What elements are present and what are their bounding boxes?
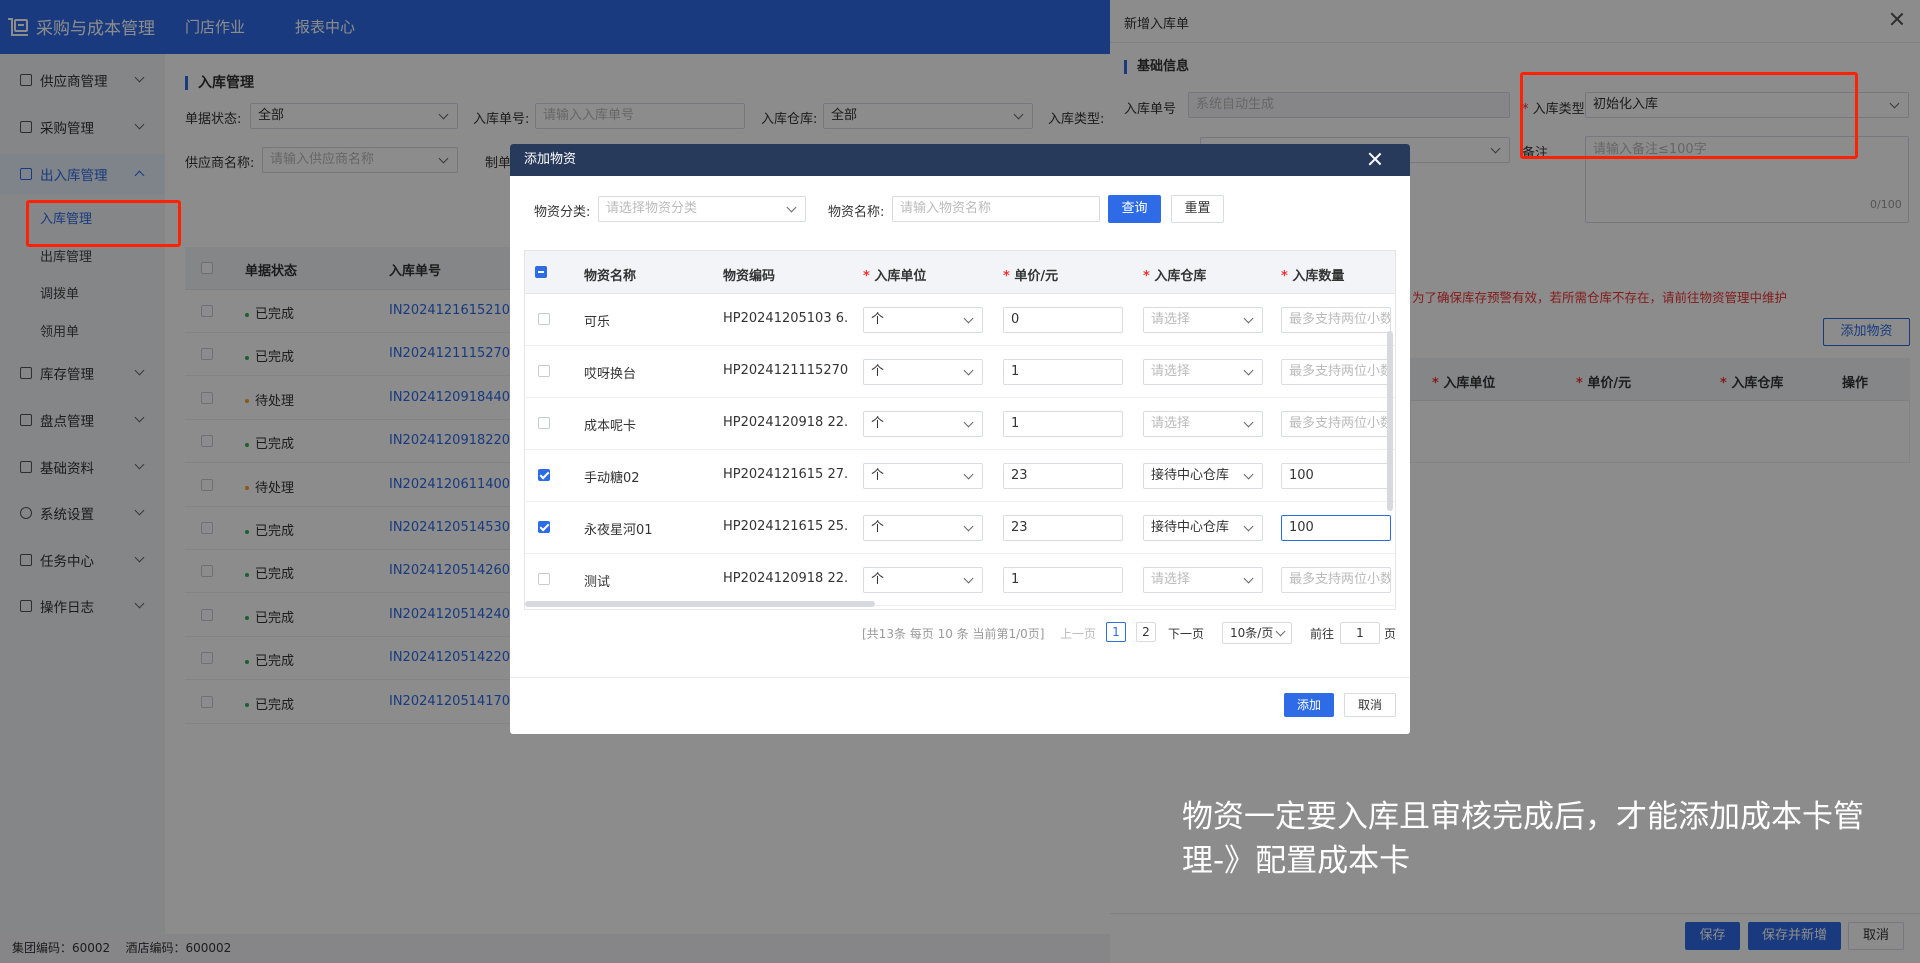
modal-title: 添加物资 [524, 152, 577, 167]
query-button[interactable]: 查询 [1108, 195, 1161, 223]
material-name: 可乐 [584, 315, 611, 330]
annotation-text: 物资一定要入库且审核完成后，才能添加成本卡管理-》配置成本卡 [1182, 799, 1864, 879]
chevron-down-icon [1243, 573, 1254, 584]
price-input[interactable]: 23 [1003, 515, 1123, 541]
modal-th-price: * 单价/元 [1003, 269, 1059, 284]
pager-goto-label: 前往 [1310, 627, 1335, 641]
pager-next[interactable]: 下一页 [1168, 625, 1204, 642]
modal-row-checkbox[interactable] [538, 417, 550, 429]
price-input[interactable]: 1 [1003, 359, 1123, 385]
modal-name-input[interactable]: 请输入物资名称 [892, 196, 1100, 222]
price-input[interactable]: 0 [1003, 307, 1123, 333]
add-material-modal: 添加物资 物资分类: 请选择物资分类 物资名称: 请输入物资名称 查询 重置 物… [510, 144, 1410, 734]
modal-th-name: 物资名称 [584, 269, 637, 284]
qty-input[interactable]: 最多支持两位小数 [1281, 307, 1391, 333]
warehouse-select[interactable]: 请选择 [1143, 307, 1263, 333]
chevron-down-icon [963, 365, 974, 376]
chevron-down-icon [1275, 626, 1286, 637]
warehouse-select[interactable]: 请选择 [1143, 359, 1263, 385]
modal-table-header: 物资名称 物资编码 * 入库单位 * 单价/元 * 入库仓库 * 入库数量 [525, 251, 1395, 294]
modal-footer-divider [510, 677, 1410, 678]
modal-header: 添加物资 [510, 144, 1410, 176]
modal-th-code: 物资编码 [723, 269, 776, 284]
modal-th-qty: * 入库数量 [1281, 269, 1345, 284]
price-input[interactable]: 23 [1003, 463, 1123, 489]
material-name: 手动糖02 [584, 471, 640, 486]
modal-table-row[interactable]: 可乐 HP20241205103 6... 个 0 请选择 最多支持两位小数 [525, 294, 1395, 346]
warehouse-select[interactable]: 请选择 [1143, 567, 1263, 593]
modal-table: 物资名称 物资编码 * 入库单位 * 单价/元 * 入库仓库 * 入库数量 可乐… [524, 250, 1396, 610]
modal-add-button[interactable]: 添加 [1284, 693, 1334, 717]
modal-table-row[interactable]: 测试 HP2024120918 22... 个 1 请选择 最多支持两位小数 [525, 554, 1395, 606]
warehouse-select[interactable]: 接待中心仓库 [1143, 463, 1263, 489]
chevron-down-icon [963, 313, 974, 324]
chevron-down-icon [963, 417, 974, 428]
modal-th-warehouse: * 入库仓库 [1143, 269, 1207, 284]
modal-category-select[interactable]: 请选择物资分类 [598, 196, 806, 222]
warehouse-select[interactable]: 接待中心仓库 [1143, 515, 1263, 541]
unit-select[interactable]: 个 [863, 463, 983, 489]
material-code: HP2024121615 27... [723, 467, 848, 482]
highlight-box-type [1520, 72, 1858, 159]
pager-size-select[interactable]: 10条/页 [1222, 622, 1292, 644]
qty-input[interactable]: 100 [1281, 463, 1391, 489]
material-name: 哎呀换台 [584, 367, 637, 382]
modal-cancel-button[interactable]: 取消 [1344, 693, 1396, 717]
pager-goto-input[interactable]: 1 [1340, 622, 1380, 644]
highlight-box-sidebar [26, 200, 181, 247]
material-code: HP2024120918 22... [723, 571, 848, 586]
material-code: HP2024120918 22... [723, 415, 848, 430]
unit-select[interactable]: 个 [863, 307, 983, 333]
unit-select[interactable]: 个 [863, 515, 983, 541]
chevron-down-icon [1243, 469, 1254, 480]
pager-summary: [共13条 每页 10 条 当前第1/0页] [862, 627, 1045, 641]
chevron-down-icon [1243, 417, 1254, 428]
unit-select[interactable]: 个 [863, 567, 983, 593]
pager-page-2[interactable]: 2 [1136, 622, 1156, 642]
warehouse-select[interactable]: 请选择 [1143, 411, 1263, 437]
chevron-down-icon [1243, 313, 1254, 324]
modal-row-checkbox[interactable] [538, 521, 550, 533]
chevron-down-icon [963, 521, 974, 532]
material-code: HP2024121615 25... [723, 519, 848, 534]
chevron-down-icon [1243, 521, 1254, 532]
modal-table-row[interactable]: 永夜星河01 HP2024121615 25... 个 23 接待中心仓库 100 [525, 502, 1395, 554]
modal-table-row[interactable]: 哎呀换台 HP2024121115270... 个 1 请选择 最多支持两位小数 [525, 346, 1395, 398]
qty-input[interactable]: 100 [1281, 515, 1391, 541]
material-name: 永夜星河01 [584, 523, 653, 538]
material-name: 成本呢卡 [584, 419, 637, 434]
modal-select-all-checkbox[interactable] [535, 266, 547, 278]
modal-row-checkbox[interactable] [538, 365, 550, 377]
modal-table-row[interactable]: 成本呢卡 HP2024120918 22... 个 1 请选择 最多支持两位小数 [525, 398, 1395, 450]
modal-row-checkbox[interactable] [538, 313, 550, 325]
price-input[interactable]: 1 [1003, 411, 1123, 437]
modal-name-label: 物资名称: [828, 205, 885, 220]
horizontal-scrollbar[interactable] [525, 601, 875, 607]
material-code: HP20241205103 6... [723, 311, 848, 326]
unit-select[interactable]: 个 [863, 359, 983, 385]
modal-row-checkbox[interactable] [538, 573, 550, 585]
price-input[interactable]: 1 [1003, 567, 1123, 593]
material-code: HP2024121115270... [723, 363, 848, 378]
pager-page-1[interactable]: 1 [1106, 622, 1126, 642]
chevron-down-icon [963, 573, 974, 584]
vertical-scrollbar[interactable] [1387, 331, 1393, 511]
pager-prev[interactable]: 上一页 [1060, 625, 1096, 642]
chevron-down-icon [963, 469, 974, 480]
modal-row-checkbox[interactable] [538, 469, 550, 481]
close-icon[interactable] [1368, 152, 1382, 166]
qty-input[interactable]: 最多支持两位小数 [1281, 359, 1391, 385]
reset-button[interactable]: 重置 [1171, 195, 1224, 223]
chevron-down-icon [1243, 365, 1254, 376]
qty-input[interactable]: 最多支持两位小数 [1281, 567, 1391, 593]
material-name: 测试 [584, 575, 611, 590]
modal-table-row[interactable]: 手动糖02 HP2024121615 27... 个 23 接待中心仓库 100 [525, 450, 1395, 502]
modal-category-label: 物资分类: [534, 205, 591, 220]
modal-th-unit: * 入库单位 [863, 269, 927, 284]
chevron-down-icon [786, 202, 797, 213]
unit-select[interactable]: 个 [863, 411, 983, 437]
pager-page-unit: 页 [1384, 627, 1397, 641]
qty-input[interactable]: 最多支持两位小数 [1281, 411, 1391, 437]
